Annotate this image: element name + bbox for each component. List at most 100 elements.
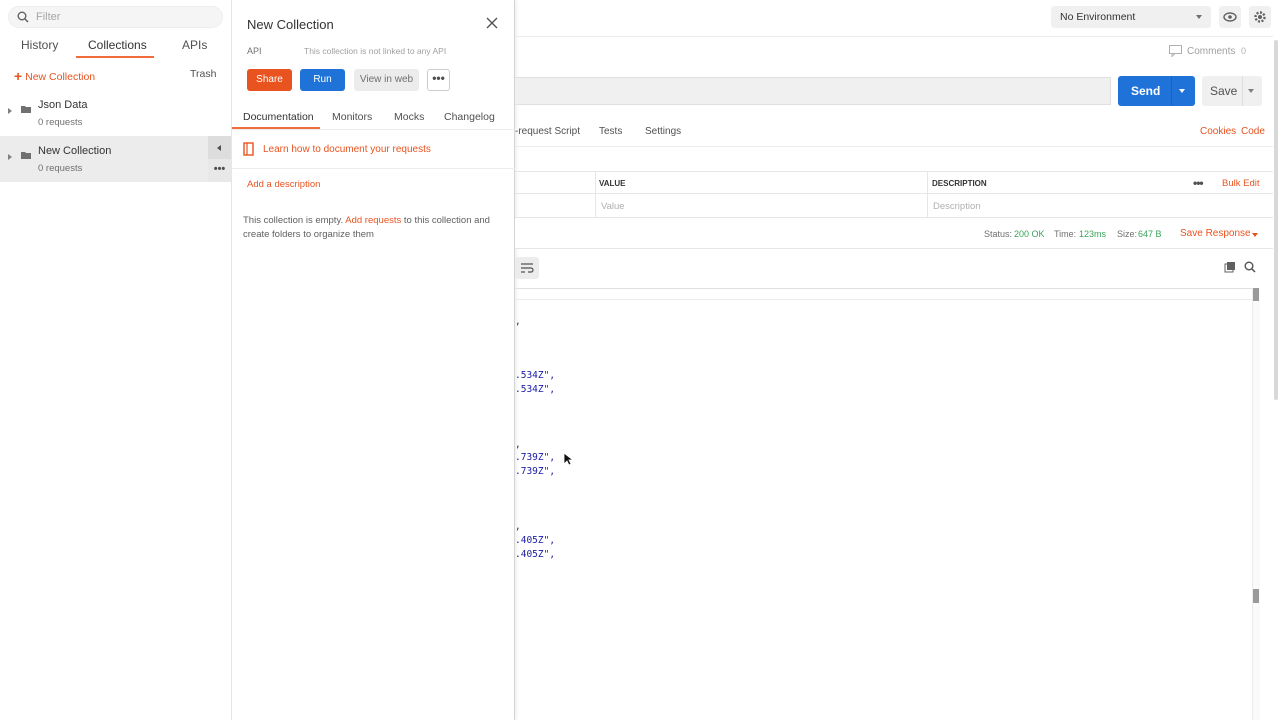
code-line: , [515,521,521,532]
collection-panel: New Collection API This collection is no… [232,0,515,720]
save-response-button[interactable]: Save Response [1180,228,1251,239]
time-label: Time: [1054,229,1077,239]
tab-tests[interactable]: Tests [599,126,622,137]
code-link[interactable]: Code [1241,126,1265,137]
folder-icon [21,106,31,113]
chevron-down-icon[interactable] [1248,89,1254,93]
copy-icon[interactable] [1224,261,1236,273]
bulk-edit-link[interactable]: Bulk Edit [1222,178,1260,189]
wrap-lines-button[interactable] [515,257,539,279]
table-row: Value Description [515,194,1273,218]
eye-icon [1223,12,1237,22]
topbar-divider [515,36,1280,37]
code-line: , [515,439,521,450]
value-input[interactable]: Value [601,201,625,212]
column-header-value: VALUE [599,179,626,188]
collection-count: 0 requests [38,163,83,174]
table-options-icon[interactable]: ••• [1193,176,1204,190]
more-actions-button[interactable]: ••• [427,69,450,91]
tab-collections[interactable]: Collections [88,38,147,52]
collection-item[interactable]: New Collection 0 requests [0,136,231,182]
add-requests-link[interactable]: Add requests [345,215,401,226]
send-label: Send [1131,84,1161,98]
active-tab-indicator [76,56,154,58]
collection-item[interactable]: Json Data 0 requests [0,90,231,136]
empty-message: This collection is empty. Add requests t… [243,214,503,242]
tab-settings[interactable]: Settings [645,126,681,137]
tab-documentation[interactable]: Documentation [243,111,314,123]
new-collection-button[interactable]: + New Collection [14,67,95,84]
share-button[interactable]: Share [247,69,292,91]
code-line: .405Z", [515,549,556,560]
wrap-icon [521,263,534,273]
view-in-web-button[interactable]: View in web [354,69,419,91]
learn-documentation-link[interactable]: Learn how to document your requests [263,144,431,155]
run-button[interactable]: Run [300,69,345,91]
tab-changelog[interactable]: Changelog [444,111,495,123]
collection-name: Json Data [38,99,88,111]
collection-actions: ••• [208,136,231,182]
search-icon[interactable] [1244,261,1256,273]
expand-caret-icon[interactable] [8,154,12,160]
folder-icon [21,152,31,159]
search-icon [17,11,29,23]
save-label: Save [1210,84,1238,98]
add-description-link[interactable]: Add a description [247,179,320,190]
chevron-down-icon [1196,15,1202,19]
comments-button[interactable]: Comments [1187,46,1235,57]
close-icon[interactable] [486,17,498,29]
code-line: , [515,316,521,327]
mouse-cursor-icon [563,452,573,466]
url-input[interactable] [515,77,1111,105]
collection-name: New Collection [38,145,112,157]
comments-count: 0 [1241,46,1247,56]
status-label: Status: [984,229,1013,239]
chevron-down-icon[interactable] [1252,233,1258,237]
filter-input[interactable]: Filter [8,6,223,28]
tab-mocks[interactable]: Mocks [394,111,424,123]
divider [232,168,515,169]
scrollbar-thumb[interactable] [1274,40,1278,400]
sidebar: Filter History Collections APIs + New Co… [0,0,232,720]
scrollbar-thumb[interactable] [1253,288,1259,301]
comment-icon [1169,45,1182,57]
trash-button[interactable]: Trash [190,68,216,80]
response-scrollbar[interactable] [1252,288,1260,720]
scrollbar-thumb[interactable] [1253,589,1259,603]
environment-select[interactable]: No Environment [1051,6,1211,28]
code-line: .534Z", [515,384,556,395]
expand-caret-icon[interactable] [8,108,12,114]
filter-placeholder: Filter [36,11,61,23]
send-button[interactable]: Send [1118,76,1195,106]
collapse-panel-icon[interactable] [217,145,221,151]
code-line: .405Z", [515,535,556,546]
size-value: 647 B [1138,229,1162,239]
plus-icon: + [14,68,23,84]
tab-apis[interactable]: APIs [182,38,207,52]
code-line: .534Z", [515,370,556,381]
code-line: .739Z", [515,452,556,463]
response-body-header [515,288,1260,300]
environment-quick-look-button[interactable] [1219,6,1241,28]
description-input[interactable]: Description [933,201,981,212]
code-line: .739Z", [515,466,556,477]
column-header-description: DESCRIPTION [932,179,987,188]
divider [1171,76,1172,106]
size-label: Size: [1117,229,1138,239]
chevron-down-icon[interactable] [1179,89,1185,93]
divider [1242,76,1243,106]
book-icon [243,142,254,156]
status-value: 200 OK [1014,229,1045,239]
manage-environments-button[interactable] [1249,6,1271,28]
panel-title: New Collection [247,17,334,32]
tab-pre-request-script[interactable]: -request Script [515,126,580,137]
api-label: API [247,46,262,56]
cookies-link[interactable]: Cookies [1200,126,1236,137]
save-button[interactable]: Save [1202,76,1262,106]
empty-message-text: This collection is empty. [243,215,346,226]
tab-monitors[interactable]: Monitors [332,111,372,123]
collection-count: 0 requests [38,117,83,128]
more-options-icon[interactable]: ••• [208,159,231,182]
api-note: This collection is not linked to any API [304,46,447,56]
tab-history[interactable]: History [21,38,58,52]
